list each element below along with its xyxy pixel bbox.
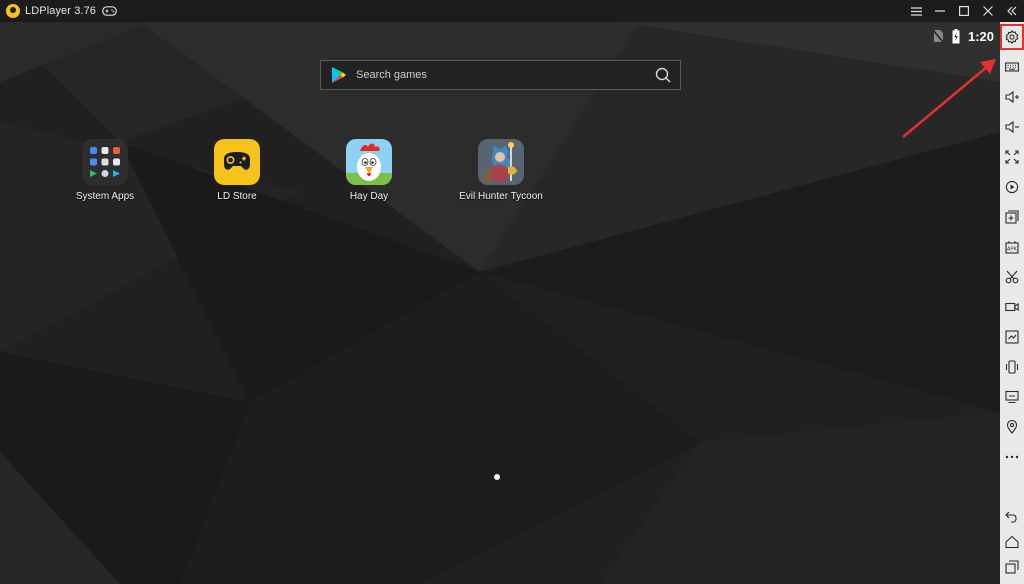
android-screen[interactable]: 1:20 Search games System Apps LD Store H… xyxy=(0,22,1000,584)
evil-hunter-tycoon-icon[interactable] xyxy=(478,139,524,185)
location-button[interactable] xyxy=(1000,415,1024,439)
shared-folder-icon xyxy=(1005,330,1019,344)
shake-button[interactable] xyxy=(1000,355,1024,379)
search-games-bar[interactable]: Search games xyxy=(320,60,681,90)
menu-icon xyxy=(910,6,922,16)
volume-down-icon xyxy=(1005,120,1019,134)
home-button[interactable] xyxy=(1000,530,1024,554)
collapse-sidebar-button[interactable] xyxy=(1000,0,1024,22)
operation-record-button[interactable] xyxy=(1000,175,1024,199)
wallpaper xyxy=(0,22,1000,584)
more-button[interactable] xyxy=(1000,445,1024,469)
close-button[interactable] xyxy=(976,0,1000,22)
ldplayer-window: LDPlayer 3.76 1:20 Search games System A… xyxy=(0,0,1024,584)
shared-folder-button[interactable] xyxy=(1000,325,1024,349)
back-icon xyxy=(1005,511,1017,523)
fullscreen-button[interactable] xyxy=(1000,145,1024,169)
svg-text:APK: APK xyxy=(1007,247,1018,253)
hay-day-icon[interactable] xyxy=(346,139,392,185)
virtual-screen-button[interactable] xyxy=(1000,385,1024,409)
title-bar: LDPlayer 3.76 xyxy=(0,0,1024,22)
maximize-button[interactable] xyxy=(952,0,976,22)
status-time: 1:20 xyxy=(967,28,994,44)
search-placeholder[interactable]: Search games xyxy=(356,69,654,81)
app-label: LD Store xyxy=(217,191,257,202)
app-system-apps[interactable]: System Apps xyxy=(50,139,160,202)
minimize-button[interactable] xyxy=(928,0,952,22)
multi-instance-button[interactable] xyxy=(1000,205,1024,229)
video-camera-icon xyxy=(1005,302,1019,312)
google-play-icon xyxy=(332,67,346,83)
app-label: Evil Hunter Tycoon xyxy=(459,191,543,202)
gamepad-icon xyxy=(102,6,117,16)
keyboard-mapping-icon xyxy=(1005,62,1019,72)
multi-instance-icon xyxy=(1005,210,1019,224)
scissors-icon xyxy=(1005,270,1019,284)
ldplayer-logo-icon xyxy=(6,4,20,18)
back-button[interactable] xyxy=(1000,504,1024,528)
app-evil-hunter-tycoon[interactable]: Evil Hunter Tycoon xyxy=(446,139,556,202)
status-bar: 1:20 xyxy=(932,28,994,44)
recent-apps-icon xyxy=(1005,560,1019,574)
app-label: System Apps xyxy=(75,191,135,202)
keyboard-mapping-button[interactable] xyxy=(1000,55,1024,79)
location-pin-icon xyxy=(1006,420,1018,434)
monitor-icon xyxy=(1005,390,1019,404)
shake-phone-icon xyxy=(1005,360,1019,374)
system-apps-folder-icon[interactable] xyxy=(82,139,128,185)
volume-down-button[interactable] xyxy=(1000,115,1024,139)
record-video-button[interactable] xyxy=(1000,295,1024,319)
close-icon xyxy=(983,6,993,16)
settings-highlight-box xyxy=(1000,24,1024,50)
collapse-sidebar-icon xyxy=(1007,6,1017,16)
install-apk-button[interactable]: APK xyxy=(1000,235,1024,259)
install-apk-icon: APK xyxy=(1005,241,1019,254)
volume-up-icon xyxy=(1005,90,1019,104)
no-sim-icon xyxy=(932,29,944,43)
home-icon xyxy=(1005,535,1019,549)
page-indicator-dot xyxy=(494,474,500,480)
maximize-icon xyxy=(959,6,969,16)
right-toolbar: APK xyxy=(1000,22,1024,584)
more-icon xyxy=(1005,455,1019,459)
menu-button[interactable] xyxy=(904,0,928,22)
battery-charging-icon xyxy=(952,28,960,43)
volume-up-button[interactable] xyxy=(1000,85,1024,109)
minimize-icon xyxy=(935,10,945,12)
recent-apps-button[interactable] xyxy=(1000,555,1024,579)
operation-record-icon xyxy=(1005,180,1019,194)
app-ld-store[interactable]: LD Store xyxy=(182,139,292,202)
screenshot-button[interactable] xyxy=(1000,265,1024,289)
window-title: LDPlayer 3.76 xyxy=(25,5,97,17)
fullscreen-icon xyxy=(1005,150,1019,164)
app-label: Hay Day xyxy=(349,191,389,202)
app-hay-day[interactable]: Hay Day xyxy=(314,139,424,202)
ld-store-icon[interactable] xyxy=(214,139,260,185)
search-icon[interactable] xyxy=(654,66,672,84)
